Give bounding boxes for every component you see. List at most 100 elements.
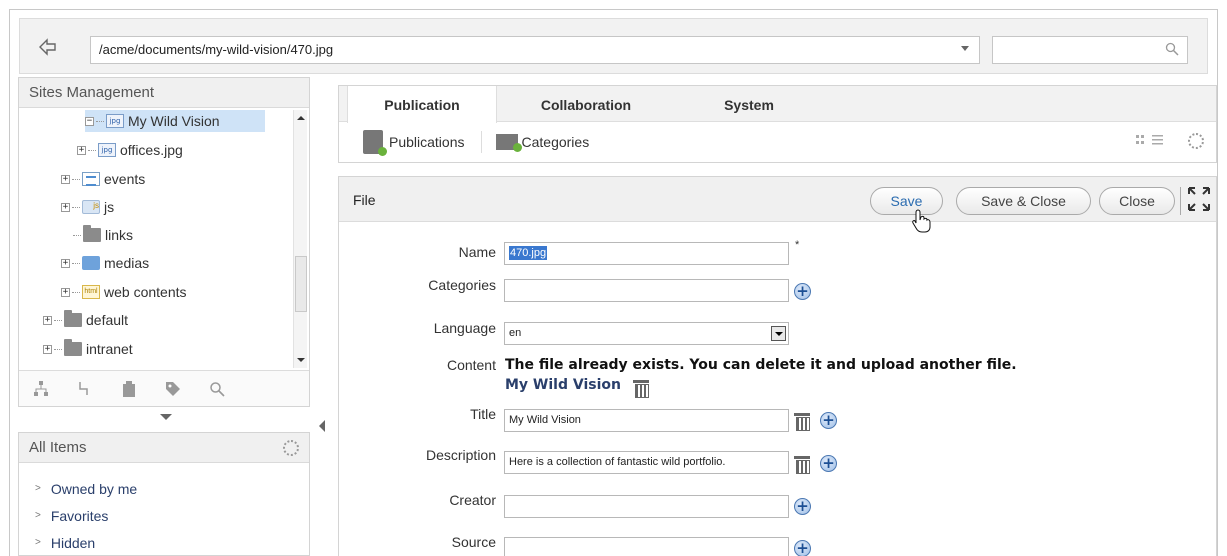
content-label: Content [446,357,496,373]
chevron-right-icon: > [35,483,41,494]
all-items-header: All Items [19,433,309,463]
expand-icon[interactable]: + [61,287,70,297]
tree-connector [72,206,80,208]
tree-item-my-wild-vision[interactable]: − jpg My Wild Vision [85,110,265,132]
chevron-down-icon[interactable] [961,46,969,51]
scroll-down-icon[interactable] [297,358,305,362]
add-description-icon[interactable]: + [820,455,837,472]
filter-hidden[interactable]: > Hidden [19,529,309,556]
trash-icon[interactable] [794,412,810,431]
title-field[interactable]: My Wild Vision [504,409,789,432]
filter-favorites[interactable]: > Favorites [19,502,309,529]
gear-icon[interactable] [1188,133,1204,149]
title-value: My Wild Vision [509,414,581,426]
name-field[interactable]: 470.jpg [504,242,789,265]
media-folder-icon [82,256,100,270]
search-icon[interactable] [207,379,227,399]
categories-field[interactable] [504,279,789,302]
maximize-icon[interactable] [1187,186,1211,212]
tree-connector [54,319,62,321]
search-icon[interactable] [1165,42,1179,56]
tree-item-js[interactable]: + js js [61,196,114,218]
tree-item-label: js [104,199,115,215]
address-bar: /acme/documents/my-wild-vision/470.jpg [19,18,1208,74]
tab-publication[interactable]: Publication [347,86,497,123]
clipboard-icon[interactable] [119,379,139,399]
tree-item-links[interactable]: links [73,224,133,246]
tree-item-intranet[interactable]: + intranet [43,338,133,360]
js-folder-icon: js [82,200,100,214]
add-category-icon[interactable]: + [794,283,811,300]
add-creator-icon[interactable]: + [794,498,811,515]
tree-item-default[interactable]: + default [43,309,128,331]
filter-owned-by-me[interactable]: > Owned by me [19,475,309,502]
scroll-up-icon[interactable] [297,116,305,120]
tree-item-label: intranet [86,341,133,357]
add-source-icon[interactable]: + [794,540,811,556]
tree-item-medias[interactable]: + medias [61,252,149,274]
tree-connector [96,120,104,122]
categories-label: Categories [428,277,496,293]
categories-action[interactable]: Categories [495,134,589,152]
description-value: Here is a collection of fantastic wild p… [509,456,726,468]
save-close-button[interactable]: Save & Close [956,187,1091,215]
close-button[interactable]: Close [1099,187,1175,215]
path-text: /acme/documents/my-wild-vision/470.jpg [99,42,334,57]
site-tree-icon[interactable] [31,379,51,399]
search-input[interactable] [992,36,1188,64]
tag-icon[interactable] [163,379,183,399]
publications-action[interactable]: Publications [363,130,465,156]
add-title-icon[interactable]: + [820,412,837,429]
creator-field[interactable] [504,495,789,518]
tree-scrollbar[interactable] [293,110,307,368]
path-input[interactable]: /acme/documents/my-wild-vision/470.jpg [90,36,980,64]
jpg-file-icon: jpg [98,143,116,157]
link-folder-icon [83,225,101,242]
name-value: 470.jpg [509,246,548,260]
source-field[interactable] [504,537,789,556]
connector-icon[interactable] [75,379,95,399]
chevron-right-icon: > [35,510,41,521]
tree-item-events[interactable]: + events [61,168,145,190]
expand-icon[interactable]: + [43,315,52,325]
publications-icon [363,130,387,156]
form-header: File Save Save & Close Close [339,177,1216,233]
content-message: The file already exists. You can delete … [505,357,1017,373]
view-mode-icon[interactable] [1136,134,1166,149]
expand-icon[interactable]: + [77,145,86,155]
expand-icon[interactable]: + [61,258,70,268]
tab-system[interactable]: System [674,86,824,123]
creator-label: Creator [449,492,496,508]
trash-icon[interactable] [794,455,810,474]
save-button[interactable]: Save [870,187,943,215]
list-icon [82,172,100,186]
expand-icon[interactable]: + [43,344,52,354]
app-frame: /acme/documents/my-wild-vision/470.jpg S… [9,9,1218,556]
tab-collaboration[interactable]: Collaboration [511,86,661,123]
chevron-down-icon[interactable] [771,326,786,341]
collapse-left-icon[interactable] [319,420,325,432]
collapse-icon[interactable]: − [85,116,94,126]
back-arrow-icon[interactable] [36,36,60,58]
content-file-link[interactable]: My Wild Vision [505,377,621,393]
html-folder-icon: html [82,285,100,299]
jpg-folder-icon: jpg [106,114,124,128]
tree-connector [73,234,81,236]
gear-icon[interactable] [283,439,299,456]
expand-icon[interactable]: + [61,174,70,184]
scroll-thumb[interactable] [295,256,307,312]
tree-item-label: medias [104,255,150,271]
tree-item-web-contents[interactable]: + html web contents [61,281,187,303]
description-field[interactable]: Here is a collection of fantastic wild p… [504,451,789,474]
filter-list: > Owned by me > Favorites > Hidden [19,463,309,556]
divider [480,131,482,153]
trash-icon[interactable] [633,379,649,398]
tree-connector [54,348,62,350]
expand-icon[interactable]: + [61,202,70,212]
collapse-down-icon[interactable] [160,414,172,420]
source-label: Source [451,534,496,550]
divider [1180,187,1181,215]
tree-item-offices[interactable]: + jpg offices.jpg [77,139,183,161]
sites-management-panel: Sites Management − jpg My Wild Vision + … [18,77,310,407]
language-select[interactable]: en [504,322,789,345]
